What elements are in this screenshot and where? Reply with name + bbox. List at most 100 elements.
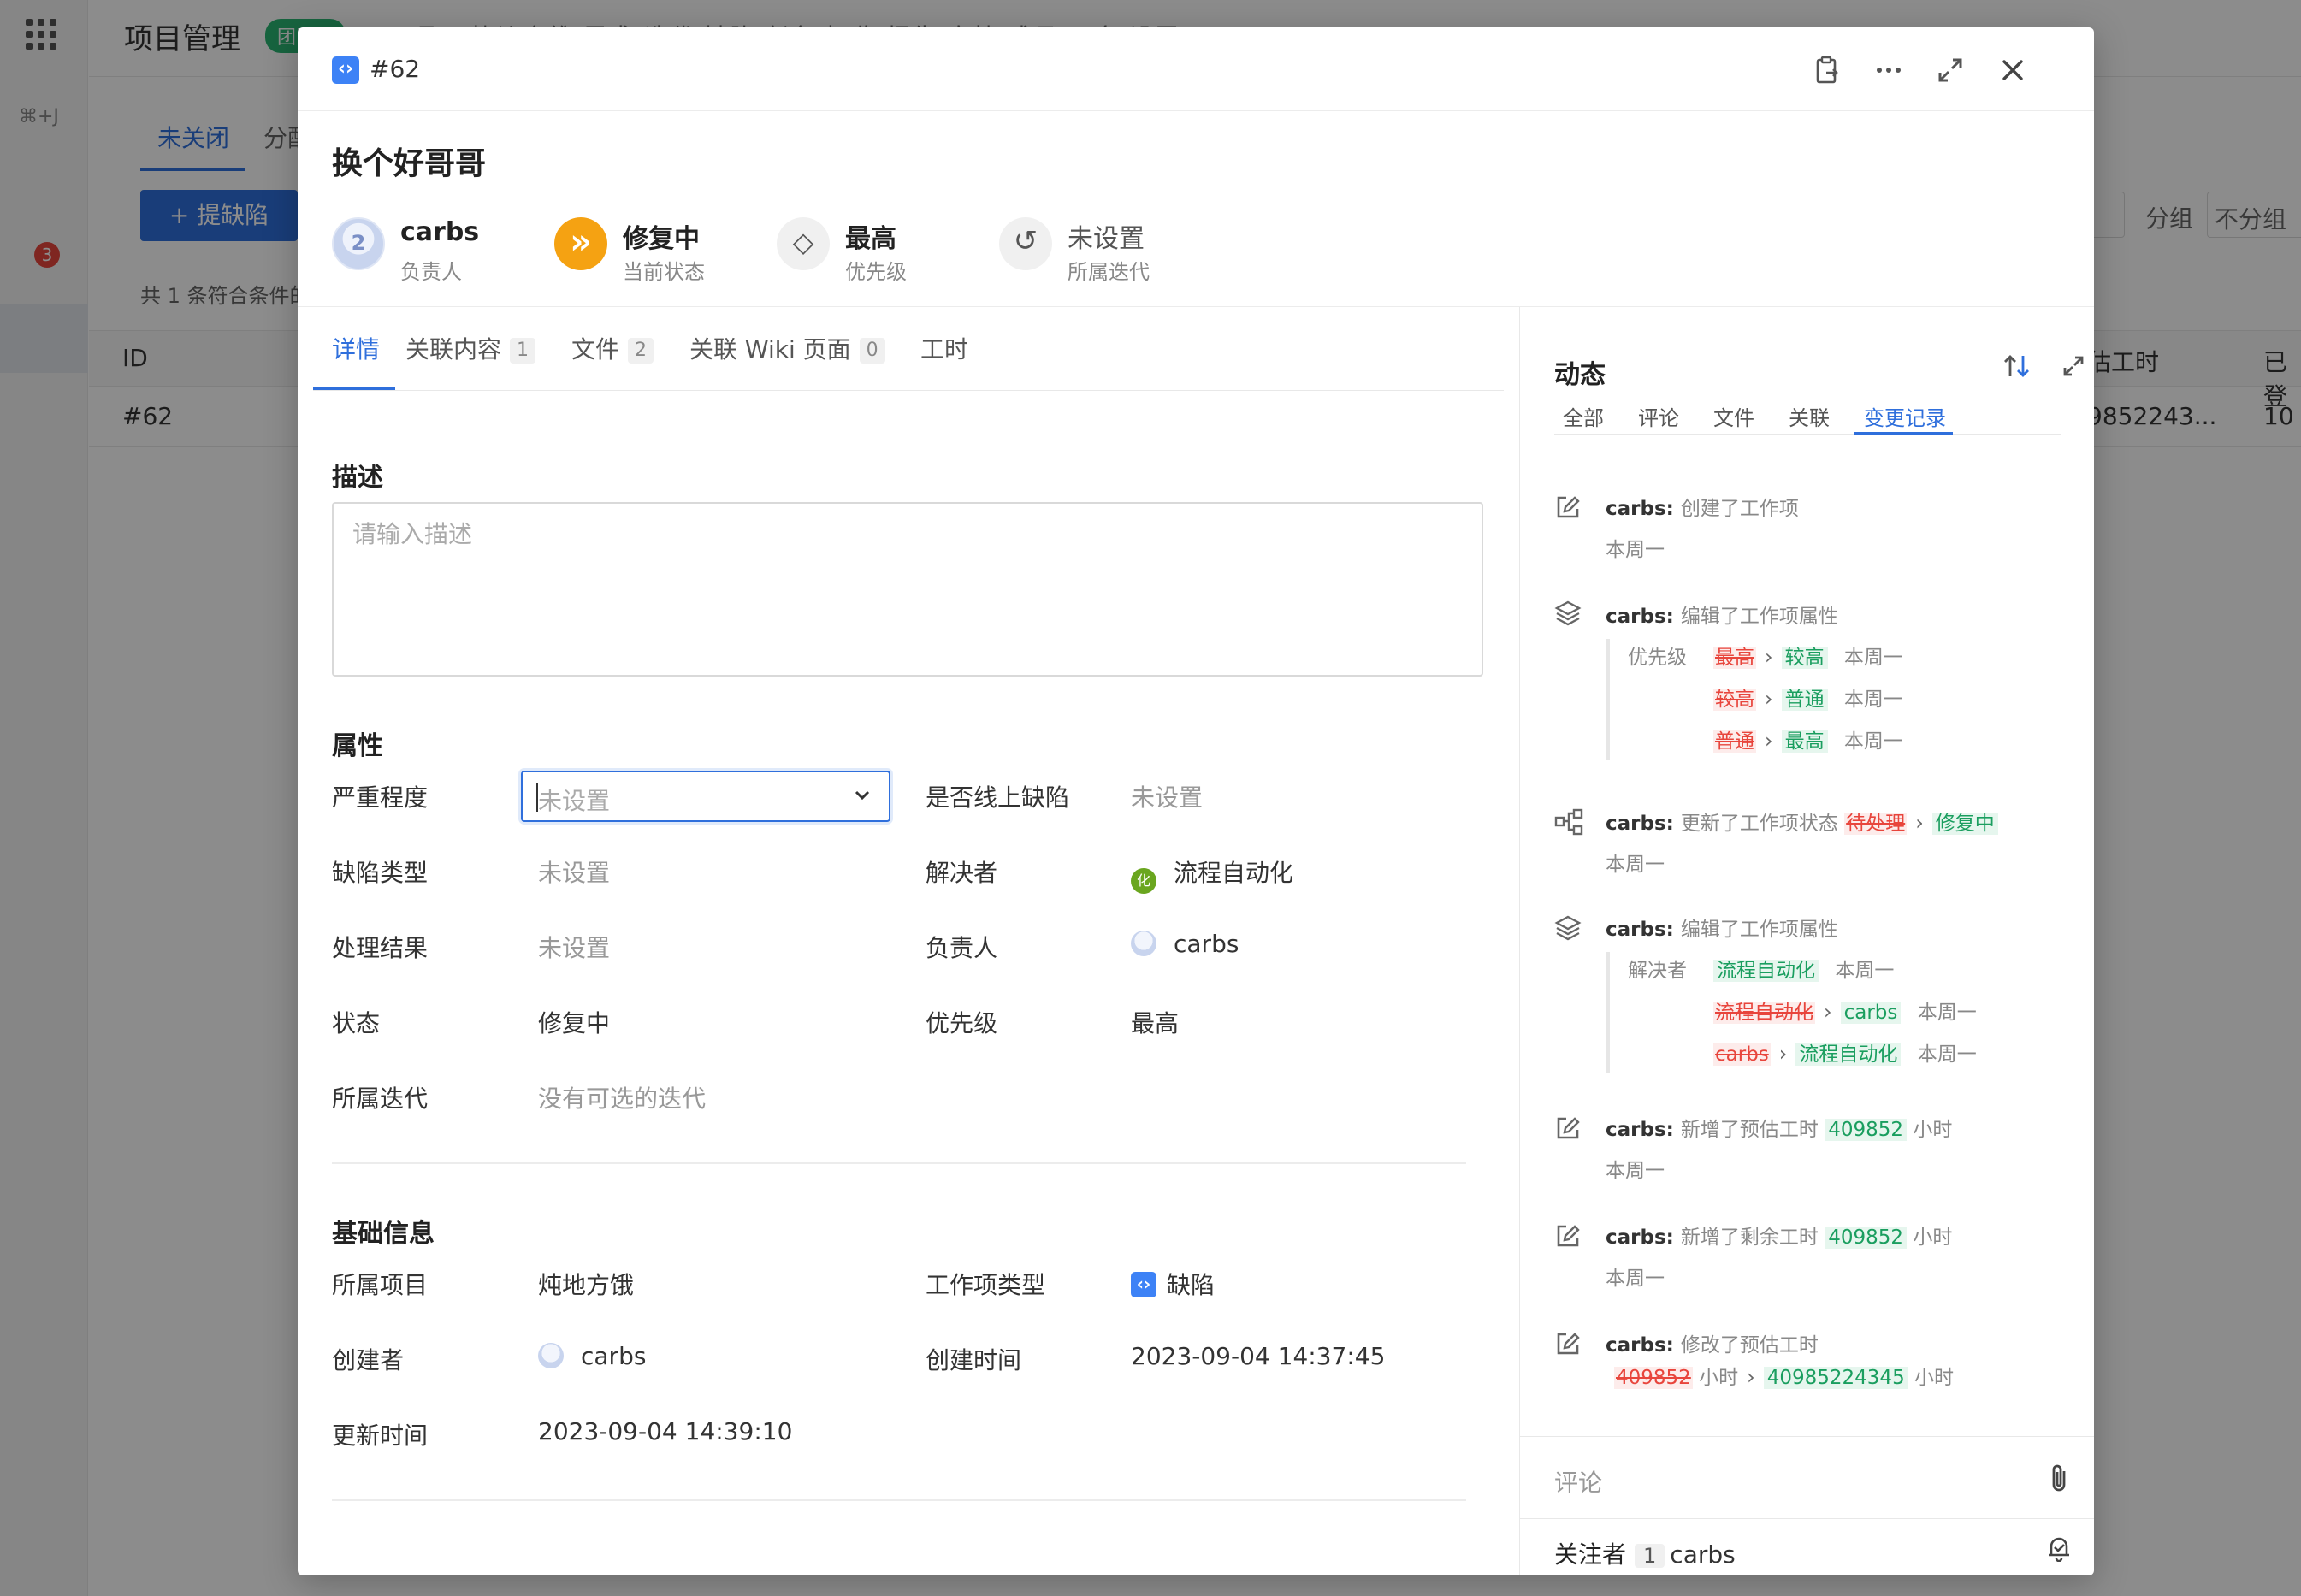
followers-bar: 关注者 1 carbs [1520, 1518, 2094, 1575]
activity-item: carbs: 编辑了工作项属性 [1606, 919, 1838, 941]
activity-tab-files[interactable]: 文件 [1713, 401, 1754, 431]
bug-detail-modal: #62 换个好哥哥 carbs 负责人 修复中 当前状态 最高 优先级 [298, 27, 2094, 1575]
online-bug-value[interactable]: 未设置 [1131, 779, 1203, 813]
activity-item: carbs: 新增了剩余工时 409852 小时 [1606, 1227, 1953, 1249]
iteration-icon [999, 217, 1052, 270]
priority-value[interactable]: 最高 [1131, 1005, 1179, 1039]
activity-tabs: 全部 评论 文件 关联 变更记录 [1554, 396, 2061, 435]
comment-input[interactable]: 评论 [1520, 1436, 2094, 1518]
sort-icon[interactable] [2002, 353, 2032, 382]
layers-icon [1554, 600, 1582, 630]
summary-status-name: 修复中 [623, 224, 700, 254]
attributes-title: 属性 [332, 731, 383, 761]
activity-title: 动态 [1554, 360, 1606, 390]
tab-worklog[interactable]: 工时 [920, 331, 968, 365]
detail-tabs: 详情 关联内容 1 文件 2 关联 Wiki 页面 0 工时 [313, 307, 1504, 391]
severity-label: 严重程度 [332, 783, 429, 812]
online-bug-label: 是否线上缺陷 [926, 783, 1070, 812]
section-divider [332, 1162, 1466, 1164]
creator-label: 创建者 [332, 1346, 405, 1374]
attachment-icon[interactable] [2047, 1463, 2071, 1497]
activity-tab-all[interactable]: 全部 [1563, 401, 1604, 431]
item-type-value: 缺陷 [1131, 1267, 1215, 1301]
activity-item: carbs: 创建了工作项 [1606, 498, 1799, 520]
change-row: 最高 › 较高 本周一 [1713, 645, 1903, 669]
tab-details[interactable]: 详情 [332, 331, 380, 365]
followers[interactable]: 关注者 1 carbs [1554, 1536, 1736, 1570]
created-at-value: 2023-09-04 14:37:45 [1131, 1342, 1386, 1370]
change-row: 409852 小时 › 40985224345 小时 [1614, 1365, 1955, 1389]
description-placeholder: 请输入描述 [352, 520, 473, 548]
close-icon[interactable] [1994, 51, 2032, 89]
activity-tab-comments[interactable]: 评论 [1638, 401, 1679, 431]
user-avatar [538, 1343, 564, 1368]
detail-panel: 详情 关联内容 1 文件 2 关联 Wiki 页面 0 工时 描述 请输入描述 属性 … [298, 307, 1519, 1575]
owner-label: 负责人 [926, 934, 998, 962]
basic-info-title: 基础信息 [332, 1219, 435, 1249]
description-input[interactable]: 请输入描述 [332, 502, 1483, 677]
change-bar [1606, 639, 1610, 760]
activity-item: carbs: 新增了预估工时 409852 小时 [1606, 1119, 1953, 1141]
result-label: 处理结果 [332, 934, 429, 962]
comment-placeholder: 评论 [1554, 1469, 1603, 1497]
summary-iteration-label: 所属迭代 [1068, 260, 1150, 284]
tab-active-underline [313, 387, 395, 390]
owner-value[interactable]: carbs [1131, 930, 1239, 958]
summary-assignee-label: 负责人 [400, 260, 462, 284]
user-avatar [1131, 931, 1156, 956]
severity-select[interactable]: 未设置 [521, 771, 890, 822]
activity-tab-changes[interactable]: 变更记录 [1864, 401, 1946, 431]
project-label: 所属项目 [332, 1271, 429, 1299]
iteration-label: 所属迭代 [332, 1085, 429, 1113]
tab-wiki[interactable]: 关联 Wiki 页面 0 [689, 331, 885, 365]
expand-icon[interactable] [1931, 51, 1969, 89]
updated-at-label: 更新时间 [332, 1422, 429, 1450]
activity-time: 本周一 [1606, 539, 1665, 561]
section-divider [332, 1499, 1466, 1501]
change-row: carbs › 流程自动化 本周一 [1713, 1042, 1977, 1066]
bell-icon[interactable] [2045, 1534, 2073, 1565]
state-value[interactable]: 修复中 [538, 1005, 610, 1039]
activity-time: 本周一 [1606, 1160, 1665, 1182]
result-value[interactable]: 未设置 [538, 930, 610, 964]
summary-assignee-name: carbs [400, 217, 480, 247]
priority-icon [777, 217, 830, 270]
item-title[interactable]: 换个好哥哥 [332, 139, 486, 183]
item-id[interactable]: #62 [370, 55, 420, 83]
change-bar [1606, 952, 1610, 1073]
iteration-value[interactable]: 没有可选的迭代 [538, 1080, 706, 1114]
chevron-down-icon [853, 786, 872, 808]
summary-iteration-name: 未设置 [1068, 224, 1145, 254]
change-row: 流程自动化 › carbs 本周一 [1713, 1000, 1977, 1024]
copy-link-icon[interactable] [1808, 51, 1846, 89]
change-field: 解决者 [1628, 960, 1687, 982]
activity-panel: 动态 全部 评论 文件 关联 变更记录 carbs: 创建了工作项 本周一 ca… [1519, 307, 2094, 1575]
activity-item: carbs: 更新了工作项状态 待处理 › 修复中 [1606, 807, 1998, 836]
activity-item: carbs: 修改了预估工时 [1606, 1334, 1819, 1357]
change-row: 较高 › 普通 本周一 [1713, 687, 1903, 711]
bug-type-value[interactable]: 未设置 [538, 854, 610, 889]
created-at-label: 创建时间 [926, 1346, 1022, 1374]
change-row: 流程自动化 本周一 [1713, 954, 1894, 983]
bug-type-icon [332, 56, 359, 84]
item-type-label: 工作项类型 [926, 1271, 1046, 1299]
state-label: 状态 [332, 1009, 381, 1037]
status-progress-icon [554, 217, 607, 270]
summary-priority-name: 最高 [845, 224, 896, 254]
activity-time: 本周一 [1606, 1268, 1665, 1290]
expand-activity-icon[interactable] [2062, 355, 2085, 381]
resolver-label: 解决者 [926, 859, 998, 887]
tab-files[interactable]: 文件 2 [571, 331, 654, 365]
activity-feed: carbs: 创建了工作项 本周一 carbs: 编辑了工作项属性 优先级 最高… [1520, 435, 2094, 1419]
activity-tab-links[interactable]: 关联 [1789, 401, 1830, 431]
more-options-icon[interactable] [1870, 51, 1908, 89]
description-title: 描述 [332, 463, 383, 493]
creator-value: carbs [538, 1342, 646, 1370]
severity-select-value: 未设置 [538, 787, 611, 815]
edit-icon [1554, 1222, 1582, 1253]
automation-avatar: 化 [1131, 868, 1156, 894]
summary-status-label: 当前状态 [623, 260, 705, 284]
tab-related[interactable]: 关联内容 1 [405, 331, 536, 365]
resolver-value[interactable]: 化流程自动化 [1131, 854, 1293, 894]
bug-type-label: 缺陷类型 [332, 859, 429, 887]
